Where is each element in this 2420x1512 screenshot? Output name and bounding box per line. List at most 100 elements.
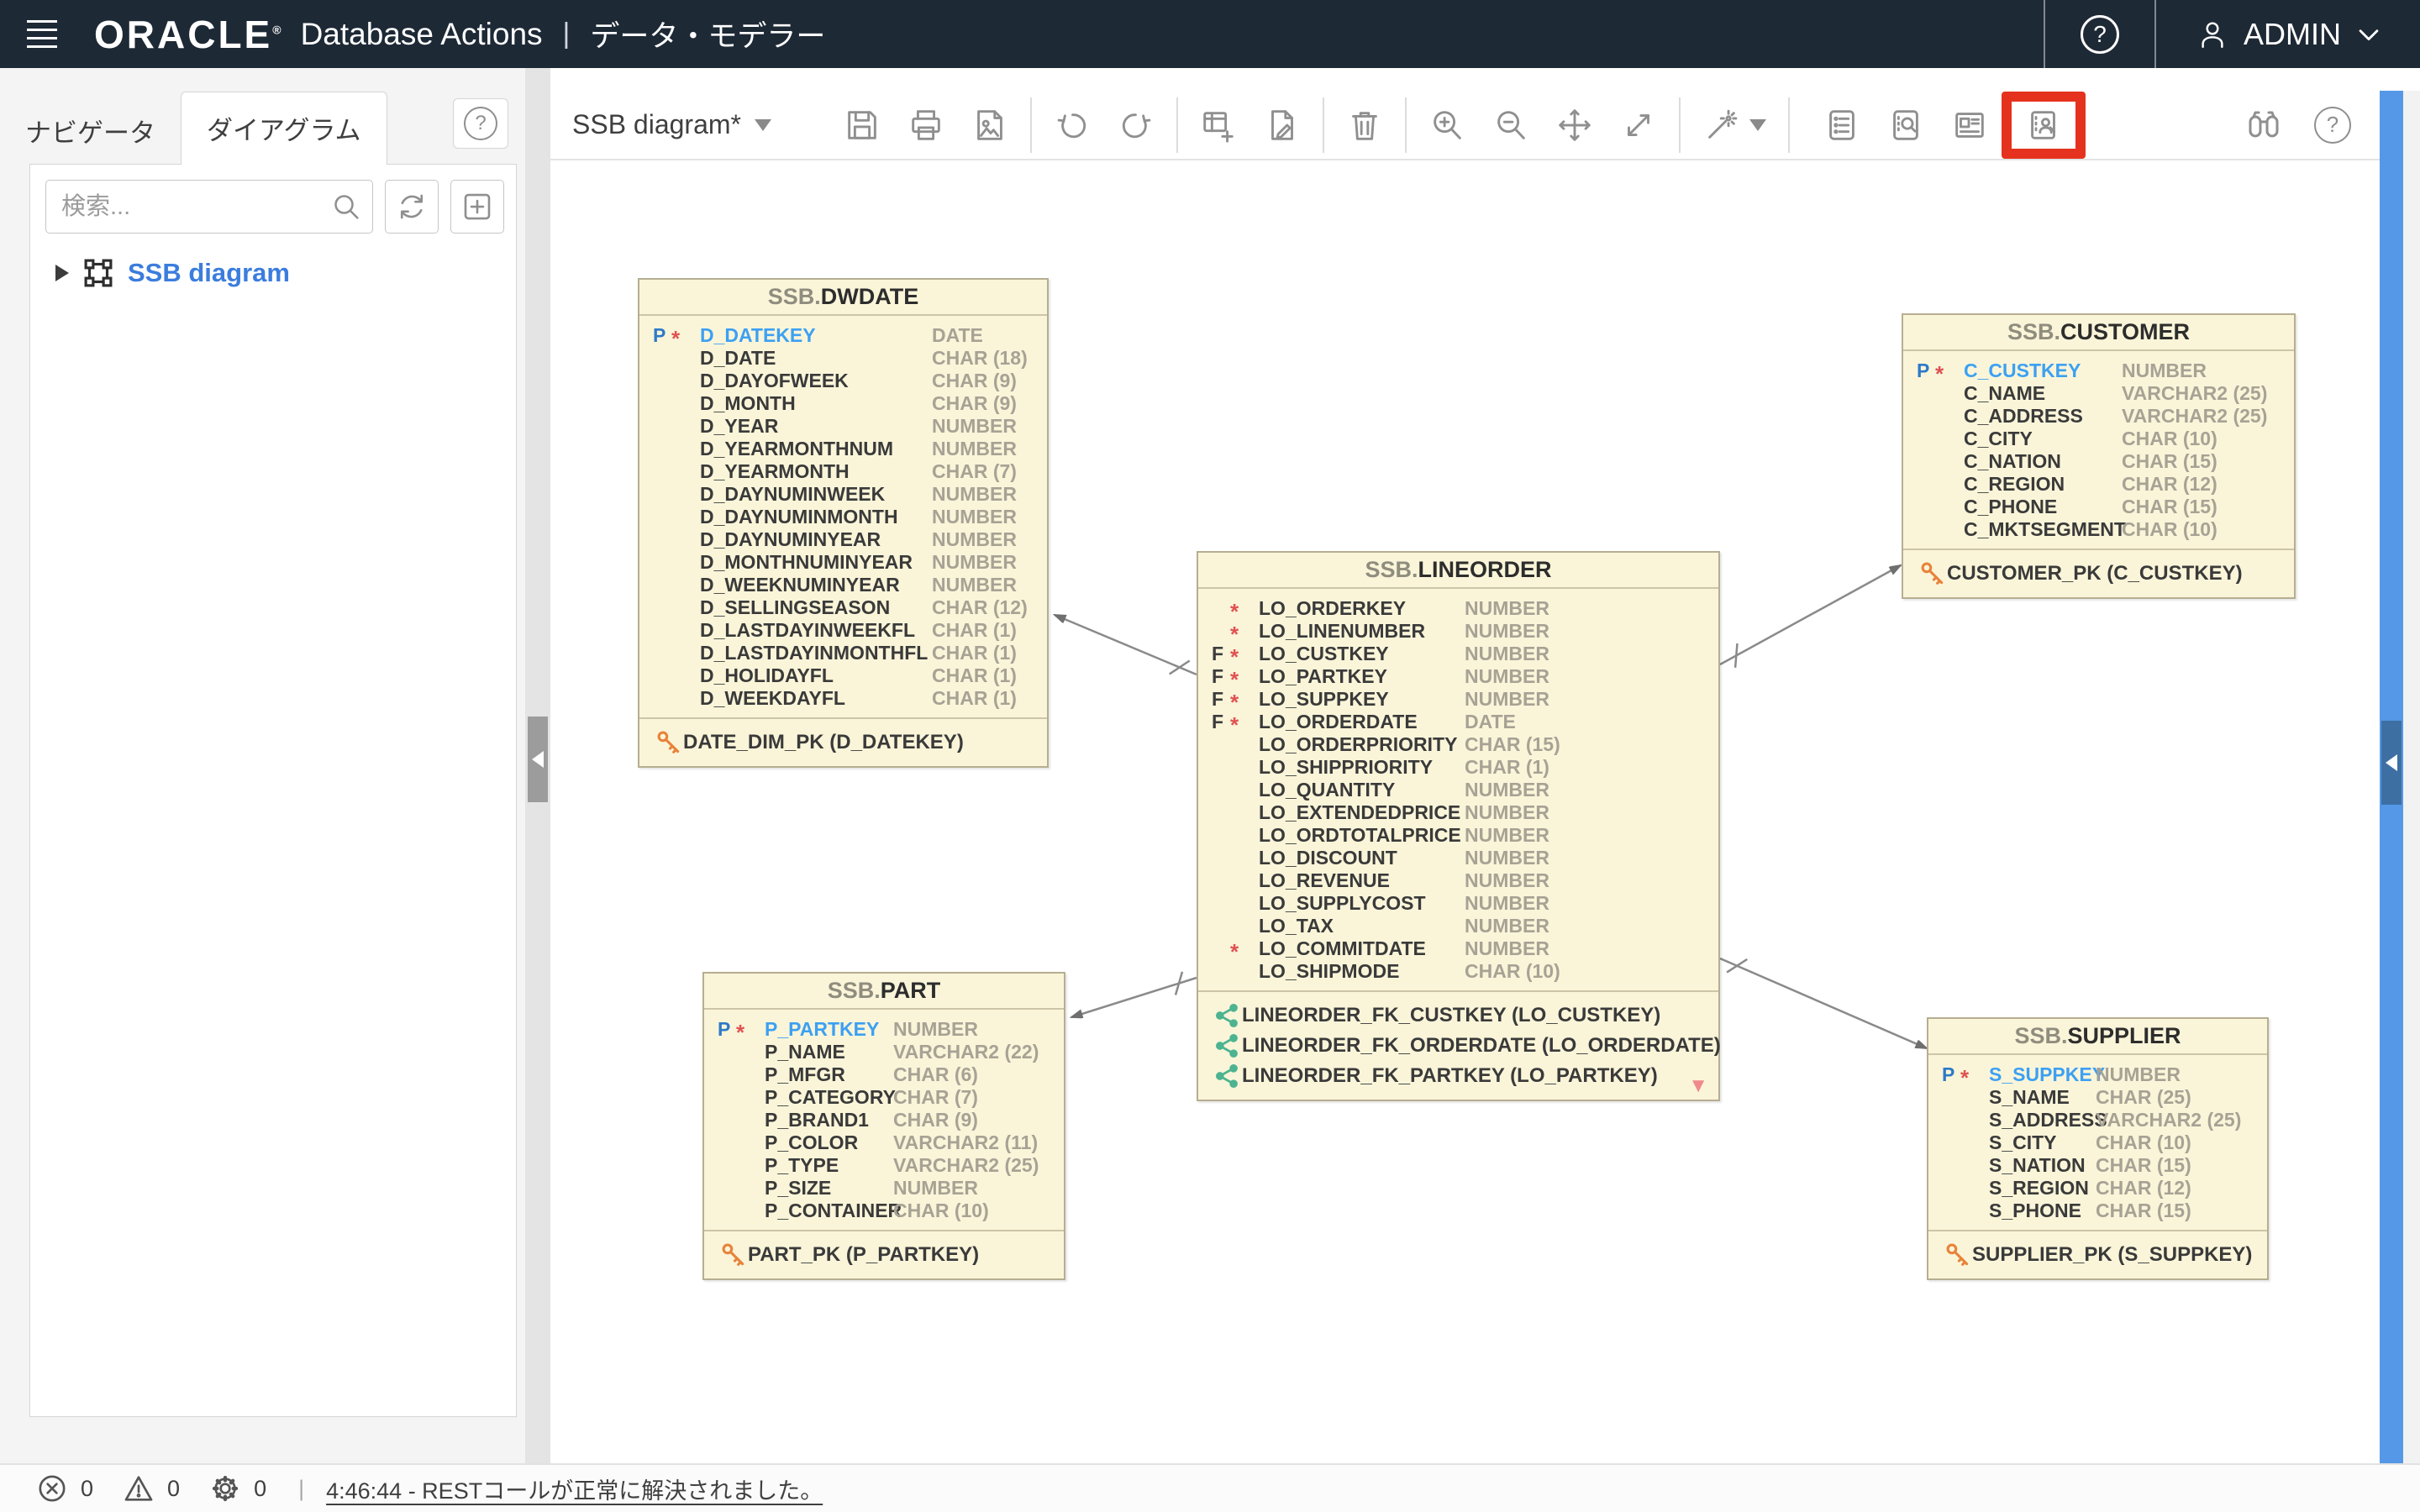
- column-row[interactable]: C_PHONECHAR (15): [1903, 496, 2294, 518]
- column-row[interactable]: S_ADDRESSVARCHAR2 (25): [1928, 1109, 2267, 1131]
- column-row[interactable]: C_NATIONCHAR (15): [1903, 450, 2294, 473]
- column-row[interactable]: LO_QUANTITYNUMBER: [1198, 779, 1718, 801]
- column-row[interactable]: P_SIZENUMBER: [704, 1177, 1064, 1200]
- column-row[interactable]: D_HOLIDAYFLCHAR (1): [639, 664, 1047, 687]
- redo-button[interactable]: [1104, 96, 1168, 155]
- refresh-button[interactable]: [385, 180, 439, 234]
- column-row[interactable]: P_TYPEVARCHAR2 (25): [704, 1154, 1064, 1177]
- column-row[interactable]: LO_ORDTOTALPRICENUMBER: [1198, 824, 1718, 847]
- column-row[interactable]: D_YEARMONTHNUMNUMBER: [639, 438, 1047, 460]
- right-splitter-handle[interactable]: [2381, 721, 2402, 805]
- column-row[interactable]: LO_ORDERPRIORITYCHAR (15): [1198, 733, 1718, 756]
- column-row[interactable]: D_DAYNUMINYEARNUMBER: [639, 528, 1047, 551]
- right-splitter[interactable]: [2380, 91, 2403, 1463]
- column-row[interactable]: D_YEARNUMBER: [639, 415, 1047, 438]
- column-row[interactable]: *LO_LINENUMBERNUMBER: [1198, 620, 1718, 643]
- save-button[interactable]: [830, 96, 894, 155]
- relationship-line[interactable]: [1055, 615, 1197, 675]
- add-diagram-button[interactable]: [450, 180, 504, 234]
- column-row[interactable]: C_MKTSEGMENTCHAR (10): [1903, 518, 2294, 541]
- column-row[interactable]: F*LO_SUPPKEYNUMBER: [1198, 688, 1718, 711]
- column-row[interactable]: *LO_ORDERKEYNUMBER: [1198, 597, 1718, 620]
- delete-button[interactable]: [1333, 96, 1397, 155]
- column-row[interactable]: P*P_PARTKEYNUMBER: [704, 1018, 1064, 1041]
- column-row[interactable]: D_DAYNUMINMONTHNUMBER: [639, 506, 1047, 528]
- auto-layout-caret[interactable]: [1749, 119, 1766, 131]
- error-counter[interactable]: 0: [35, 1472, 93, 1505]
- key-row[interactable]: SUPPLIER_PK (S_SUPPKEY): [1928, 1240, 2267, 1270]
- zoom-out-button[interactable]: [1479, 96, 1543, 155]
- topbar-help-button[interactable]: ?: [2081, 15, 2119, 54]
- entity-table-header[interactable]: SSB.DWDATE: [639, 280, 1047, 316]
- entity-table-part[interactable]: SSB.PARTP*P_PARTKEYNUMBERP_NAMEVARCHAR2 …: [702, 972, 1065, 1280]
- key-row[interactable]: PART_PK (P_PARTKEY): [704, 1240, 1064, 1270]
- zoom-in-button[interactable]: [1415, 96, 1479, 155]
- details-button[interactable]: [1810, 96, 1874, 155]
- warning-counter[interactable]: 0: [122, 1472, 180, 1505]
- column-row[interactable]: LO_DISCOUNTNUMBER: [1198, 847, 1718, 869]
- more-indicator[interactable]: ▼: [1688, 1076, 1708, 1096]
- column-row[interactable]: D_MONTHNUMINYEARNUMBER: [639, 551, 1047, 574]
- key-row[interactable]: CUSTOMER_PK (C_CUSTKEY): [1903, 559, 2294, 589]
- column-row[interactable]: *LO_COMMITDATENUMBER: [1198, 937, 1718, 960]
- relationship-line[interactable]: [1720, 958, 1927, 1048]
- entity-table-header[interactable]: SSB.SUPPLIER: [1928, 1019, 2267, 1055]
- column-row[interactable]: P_BRAND1CHAR (9): [704, 1109, 1064, 1131]
- column-row[interactable]: C_ADDRESSVARCHAR2 (25): [1903, 405, 2294, 428]
- find-button[interactable]: [2232, 96, 2296, 155]
- column-row[interactable]: LO_SHIPPRIORITYCHAR (1): [1198, 756, 1718, 779]
- data-dictionary-button[interactable]: [2002, 92, 2086, 159]
- entity-table-header[interactable]: SSB.LINEORDER: [1198, 553, 1718, 589]
- column-row[interactable]: LO_SUPPLYCOSTNUMBER: [1198, 892, 1718, 915]
- column-row[interactable]: LO_EXTENDEDPRICENUMBER: [1198, 801, 1718, 824]
- diagram-name[interactable]: SSB diagram*: [572, 109, 741, 140]
- entity-table-dwdate[interactable]: SSB.DWDATEP*D_DATEKEYDATED_DATECHAR (18)…: [638, 278, 1049, 768]
- hamburger-icon[interactable]: [0, 20, 84, 48]
- process-counter[interactable]: 0: [208, 1472, 266, 1505]
- diagram-select-caret[interactable]: [755, 119, 771, 131]
- tab-navigator[interactable]: ナビゲータ: [0, 97, 181, 165]
- edit-object-button[interactable]: [1250, 96, 1314, 155]
- entity-table-lineorder[interactable]: SSB.LINEORDER *LO_ORDERKEYNUMBER*LO_LINEN…: [1197, 551, 1720, 1101]
- column-row[interactable]: D_LASTDAYINMONTHFLCHAR (1): [639, 642, 1047, 664]
- pan-button[interactable]: [1543, 96, 1607, 155]
- auto-layout-button[interactable]: [1689, 96, 1780, 155]
- column-row[interactable]: D_WEEKDAYFLCHAR (1): [639, 687, 1047, 710]
- column-row[interactable]: S_CITYCHAR (10): [1928, 1131, 2267, 1154]
- print-button[interactable]: [894, 96, 958, 155]
- user-menu[interactable]: ADMIN: [2195, 17, 2383, 52]
- export-image-button[interactable]: [958, 96, 1022, 155]
- fit-screen-button[interactable]: [1607, 96, 1670, 155]
- entity-table-supplier[interactable]: SSB.SUPPLIERP*S_SUPPKEYNUMBERS_NAMECHAR …: [1927, 1017, 2269, 1280]
- left-splitter[interactable]: [525, 68, 550, 1463]
- column-row[interactable]: P*S_SUPPKEYNUMBER: [1928, 1063, 2267, 1086]
- diagram-canvas[interactable]: SSB.DWDATEP*D_DATEKEYDATED_DATECHAR (18)…: [550, 160, 2380, 1463]
- search-input[interactable]: [45, 180, 373, 234]
- column-row[interactable]: D_MONTHCHAR (9): [639, 392, 1047, 415]
- key-row[interactable]: DATE_DIM_PK (D_DATEKEY): [639, 727, 1047, 758]
- left-splitter-handle[interactable]: [528, 717, 548, 802]
- status-message-link[interactable]: 4:46:44 - RESTコールが正常に解決されました。: [326, 1473, 823, 1505]
- column-row[interactable]: D_YEARMONTHCHAR (7): [639, 460, 1047, 483]
- column-row[interactable]: C_REGIONCHAR (12): [1903, 473, 2294, 496]
- column-row[interactable]: D_DAYNUMINWEEKNUMBER: [639, 483, 1047, 506]
- column-row[interactable]: P*C_CUSTKEYNUMBER: [1903, 360, 2294, 382]
- entity-table-customer[interactable]: SSB.CUSTOMERP*C_CUSTKEYNUMBERC_NAMEVARCH…: [1902, 313, 2296, 599]
- column-row[interactable]: D_LASTDAYINWEEKFLCHAR (1): [639, 619, 1047, 642]
- add-object-button[interactable]: [1186, 96, 1250, 155]
- key-row[interactable]: LINEORDER_FK_CUSTKEY (LO_CUSTKEY): [1198, 1000, 1718, 1031]
- entity-table-header[interactable]: SSB.PART: [704, 974, 1064, 1010]
- key-row[interactable]: LINEORDER_FK_ORDERDATE (LO_ORDERDATE): [1198, 1031, 1718, 1061]
- ddl-preview-button[interactable]: [1874, 96, 1938, 155]
- undo-button[interactable]: [1040, 96, 1104, 155]
- tab-diagrams[interactable]: ダイアグラム: [181, 92, 387, 165]
- panel-help-button[interactable]: ?: [453, 98, 508, 149]
- column-row[interactable]: C_CITYCHAR (10): [1903, 428, 2294, 450]
- column-row[interactable]: D_DAYOFWEEKCHAR (9): [639, 370, 1047, 392]
- column-row[interactable]: LO_TAXNUMBER: [1198, 915, 1718, 937]
- column-row[interactable]: D_WEEKNUMINYEARNUMBER: [639, 574, 1047, 596]
- column-row[interactable]: LO_SHIPMODECHAR (10): [1198, 960, 1718, 983]
- column-row[interactable]: P_CONTAINERCHAR (10): [704, 1200, 1064, 1222]
- column-row[interactable]: F*LO_PARTKEYNUMBER: [1198, 665, 1718, 688]
- right-scroll-track[interactable]: [2403, 91, 2420, 1463]
